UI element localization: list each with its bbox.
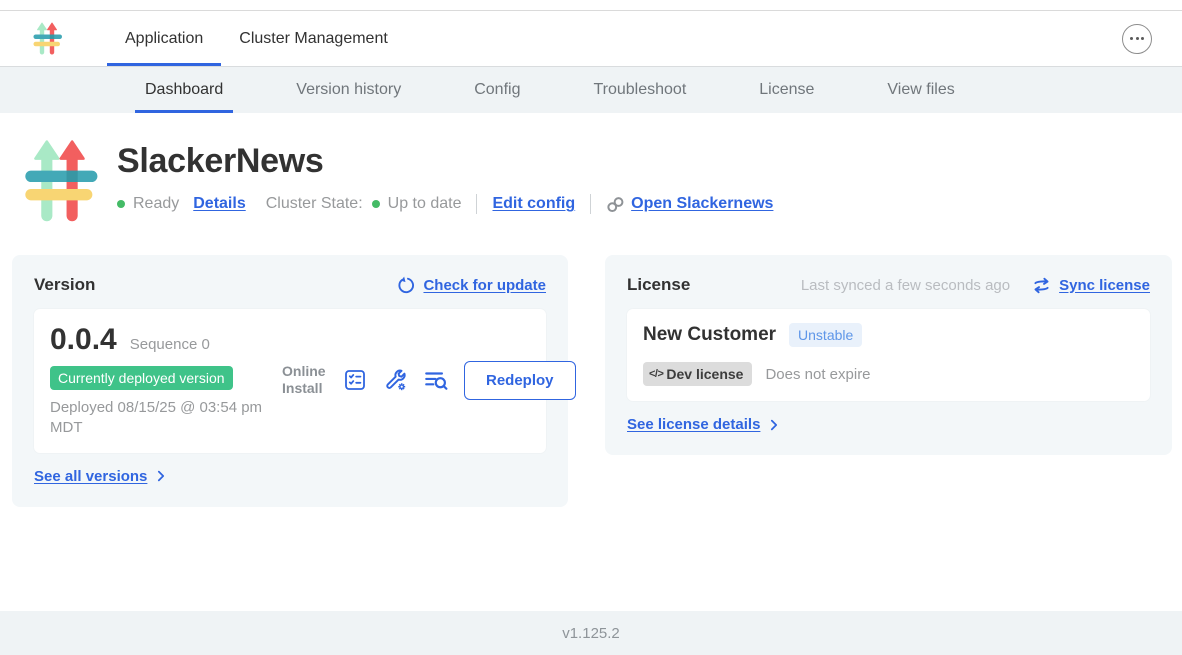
subnav-troubleshoot-label: Troubleshoot <box>593 81 686 99</box>
version-info: 0.0.4 Sequence 0 Currently deployed vers… <box>50 323 282 438</box>
page: Application Cluster Management Dashboard… <box>0 0 1182 655</box>
divider <box>590 194 591 214</box>
subnav-tab-version-history[interactable]: Version history <box>286 67 411 113</box>
deployed-badge: Currently deployed version <box>50 366 233 390</box>
current-version-panel: 0.0.4 Sequence 0 Currently deployed vers… <box>34 309 546 453</box>
checklist-icon <box>343 368 367 392</box>
slackernews-logo-icon <box>33 19 63 59</box>
deployed-timestamp: Deployed 08/15/25 @ 03:54 pm MDT <box>50 398 282 438</box>
footer-bar: v1.125.2 <box>0 611 1182 655</box>
configure-version-button[interactable] <box>382 367 408 393</box>
cluster-state-label: Cluster State: <box>266 195 363 213</box>
tab-application-label: Application <box>125 30 203 48</box>
app-status-row: Ready Details Cluster State: Up to date … <box>117 194 773 214</box>
sync-license-link[interactable]: Sync license <box>1059 277 1150 294</box>
tab-cluster-management[interactable]: Cluster Management <box>221 11 406 66</box>
version-sequence: Sequence 0 <box>130 336 210 353</box>
cluster-state-value: Up to date <box>388 195 462 213</box>
license-expiry: Does not expire <box>765 366 870 383</box>
refresh-icon <box>396 276 415 295</box>
license-card: License Last synced a few seconds ago Sy… <box>605 255 1172 455</box>
dashboard-cards: Version Check for update 0.0.4 Sequence <box>12 255 1172 507</box>
license-panel: New Customer Unstable </> Dev license Do… <box>627 309 1150 401</box>
app-title: SlackerNews <box>117 142 773 181</box>
overflow-menu-button[interactable] <box>1122 24 1152 54</box>
divider <box>476 194 477 214</box>
dashboard-main: SlackerNews Ready Details Cluster State:… <box>0 113 1182 507</box>
top-strip <box>0 0 1182 11</box>
open-app-link[interactable]: Open Slackernews <box>631 195 773 213</box>
code-brackets-icon: </> <box>649 368 663 380</box>
main-nav: Application Cluster Management <box>107 11 406 66</box>
license-type-badge: </> Dev license <box>643 362 752 386</box>
version-card-title: Version <box>34 275 95 295</box>
channel-badge: Unstable <box>789 323 862 347</box>
edit-config-link[interactable]: Edit config <box>492 195 575 213</box>
header-bar: Application Cluster Management <box>0 11 1182 67</box>
preflight-checks-button[interactable] <box>343 368 367 392</box>
last-synced-text: Last synced a few seconds ago <box>801 277 1010 294</box>
link-chain-icon <box>606 195 625 214</box>
subnav-license-label: License <box>759 81 814 99</box>
tab-application[interactable]: Application <box>107 11 221 66</box>
subnav-tab-troubleshoot[interactable]: Troubleshoot <box>583 67 696 113</box>
subnav-tab-dashboard[interactable]: Dashboard <box>135 67 233 113</box>
app-heading-block: SlackerNews Ready Details Cluster State:… <box>24 139 1182 225</box>
subnav-dashboard-label: Dashboard <box>145 81 223 99</box>
customer-name: New Customer <box>643 324 776 346</box>
check-for-update-link[interactable]: Check for update <box>423 277 546 294</box>
license-type-label: Dev license <box>666 366 743 382</box>
chevron-right-icon <box>154 469 168 483</box>
console-version: v1.125.2 <box>562 625 620 642</box>
version-card: Version Check for update 0.0.4 Sequence <box>12 255 568 507</box>
version-number: 0.0.4 <box>50 323 117 357</box>
chevron-right-icon <box>767 418 781 432</box>
app-subnav: Dashboard Version history Config Trouble… <box>0 67 1182 113</box>
subnav-view-files-label: View files <box>887 81 954 99</box>
app-status-text: Ready <box>133 195 179 213</box>
cluster-state-dot <box>372 200 380 208</box>
license-card-title: License <box>627 275 690 295</box>
status-details-link[interactable]: Details <box>193 195 245 213</box>
lines-magnifier-icon <box>423 367 449 393</box>
redeploy-button[interactable]: Redeploy <box>464 361 576 400</box>
view-diff-button[interactable] <box>423 367 449 393</box>
subnav-config-label: Config <box>474 81 520 99</box>
subnav-tab-license[interactable]: License <box>749 67 824 113</box>
slackernews-logo-icon <box>24 139 100 225</box>
subnav-version-history-label: Version history <box>296 81 401 99</box>
sync-arrows-icon <box>1032 277 1051 294</box>
app-logo-large <box>24 139 100 225</box>
subnav-tab-view-files[interactable]: View files <box>877 67 964 113</box>
wrench-gear-icon <box>382 367 408 393</box>
subnav-tab-config[interactable]: Config <box>464 67 530 113</box>
app-logo-small[interactable] <box>33 19 63 59</box>
tab-cluster-management-label: Cluster Management <box>239 30 388 48</box>
see-all-versions-link[interactable]: See all versions <box>34 468 147 485</box>
app-status-dot <box>117 200 125 208</box>
see-license-details-link[interactable]: See license details <box>627 416 760 433</box>
install-type-label: Online Install <box>282 363 328 398</box>
ellipsis-icon <box>1130 37 1133 40</box>
